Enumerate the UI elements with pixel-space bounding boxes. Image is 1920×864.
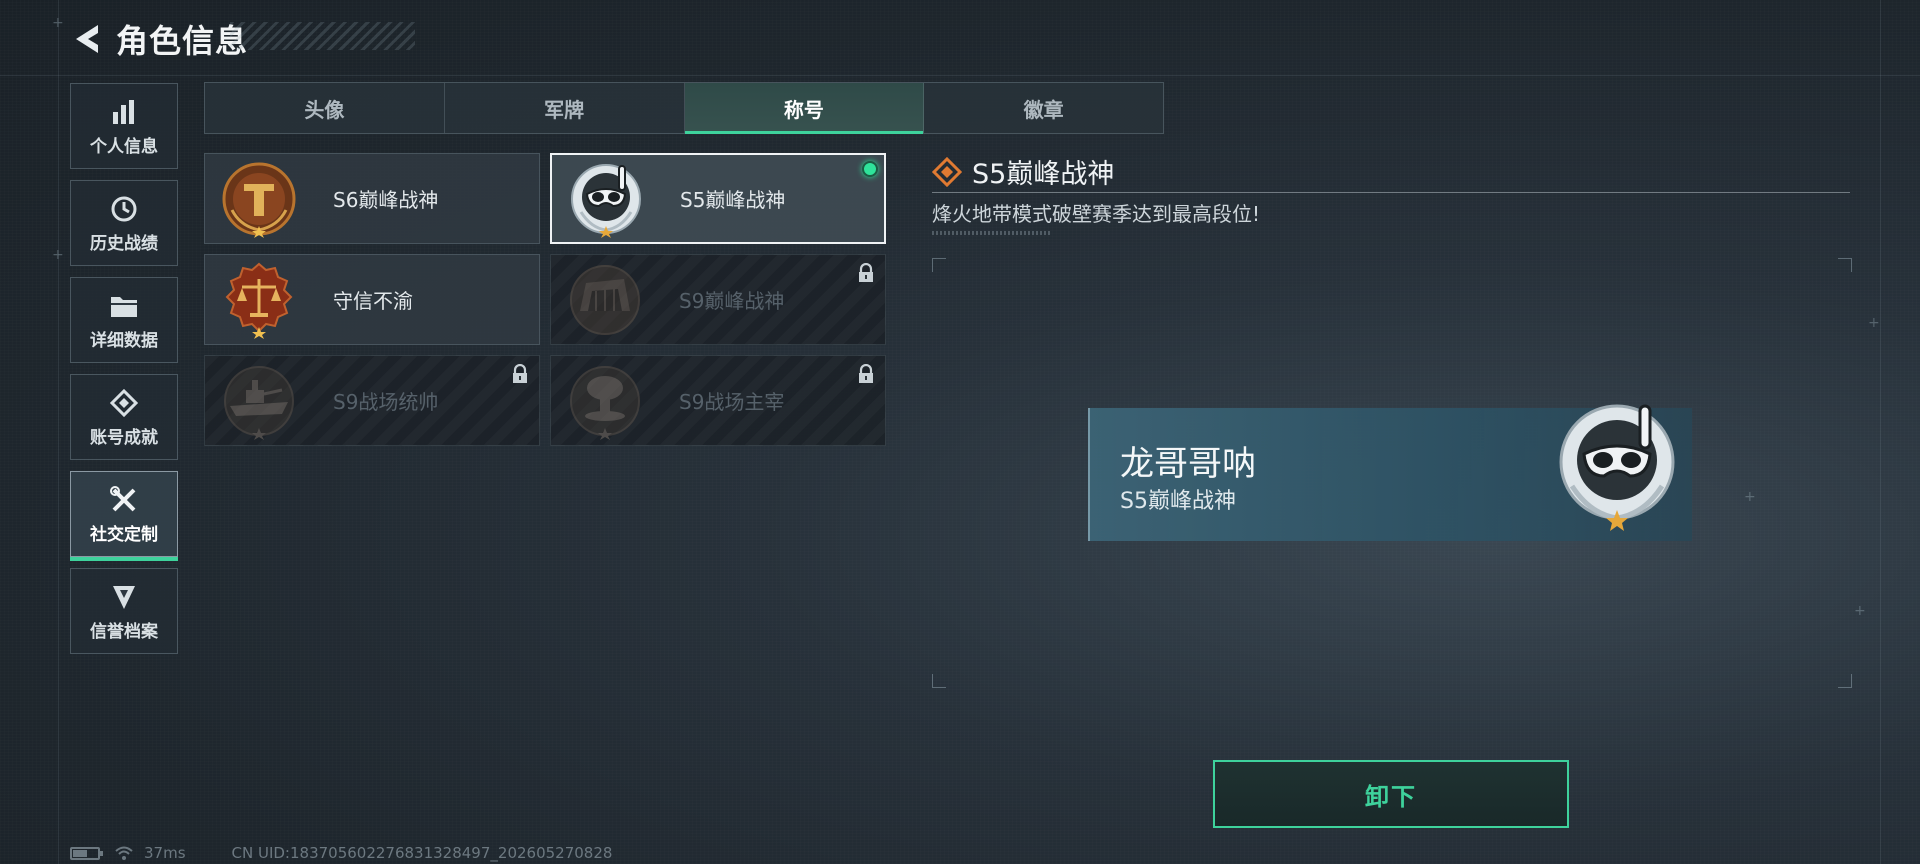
crosshair-mark: + xyxy=(1854,603,1866,619)
credibility-icon xyxy=(108,581,140,613)
folder-icon xyxy=(108,290,140,322)
sidebar-item-credibility[interactable]: 信誉档案 xyxy=(70,568,178,654)
lock-icon xyxy=(859,263,873,282)
diver-mask-emblem-icon xyxy=(1559,404,1675,531)
title-card-s6[interactable]: S6巅峰战神 xyxy=(204,153,540,244)
history-icon xyxy=(108,193,140,225)
crosshair-mark: + xyxy=(52,15,64,31)
tab-bar: 头像 军牌 称号 徽章 xyxy=(204,82,1164,134)
title-card-label: S5巅峰战神 xyxy=(680,188,786,212)
sidebar-item-label: 信誉档案 xyxy=(90,621,158,642)
sidebar-item-achievements[interactable]: 账号成就 xyxy=(70,374,178,460)
tab-title[interactable]: 称号 xyxy=(684,83,925,134)
title-card-label: S6巅峰战神 xyxy=(333,188,439,212)
tools-icon xyxy=(108,484,140,516)
scales-emblem-icon xyxy=(219,260,299,340)
ping-readout: 37ms xyxy=(144,844,186,862)
achievement-icon xyxy=(108,387,140,419)
sidebar-item-personal-info[interactable]: 个人信息 xyxy=(70,83,178,169)
sidebar-item-label: 账号成就 xyxy=(90,427,158,448)
mushroom-cloud-emblem-icon xyxy=(565,361,645,441)
frame-line xyxy=(1880,0,1881,864)
frame-line xyxy=(58,0,59,864)
frame-corner xyxy=(932,258,946,272)
back-button[interactable] xyxy=(70,21,104,57)
bar-chart-icon xyxy=(108,96,140,128)
lock-icon xyxy=(859,364,873,383)
s6-emblem-icon xyxy=(219,159,299,239)
fortress-emblem-icon xyxy=(565,260,645,340)
detail-title: S5巅峰战神 xyxy=(972,159,1115,190)
player-name: 龙哥哥呐 xyxy=(1120,444,1256,484)
status-bar: 37ms CN UID:18370560227683132849​7_20260… xyxy=(70,843,612,863)
battery-icon xyxy=(70,846,103,860)
sidebar-item-label: 社交定制 xyxy=(90,524,158,545)
sidebar-item-detailed-data[interactable]: 详细数据 xyxy=(70,277,178,363)
frame-corner xyxy=(1838,674,1852,688)
page-title: 角色信息 xyxy=(116,22,249,60)
title-card-label: 守信不渝 xyxy=(333,289,413,313)
title-card-label: S9巅峰战神 xyxy=(679,289,785,313)
wifi-icon xyxy=(115,846,133,860)
detail-header: S5巅峰战神 xyxy=(932,152,1114,191)
tab-badge[interactable]: 徽章 xyxy=(924,83,1163,133)
title-card-label: S9战场统帅 xyxy=(333,390,439,414)
diver-mask-emblem-icon xyxy=(566,159,646,239)
lock-icon xyxy=(513,364,527,383)
header: 角色信息 xyxy=(70,18,248,60)
title-card-s9-war-god[interactable]: S9巅峰战神 xyxy=(550,254,886,345)
title-card-label: S9战场主宰 xyxy=(679,390,785,414)
title-card-s9-dominator[interactable]: S9战场主宰 xyxy=(550,355,886,446)
frame-corner xyxy=(1838,258,1852,272)
divider xyxy=(932,192,1850,193)
divider xyxy=(932,231,1052,235)
warship-emblem-icon xyxy=(219,361,299,441)
header-decoration xyxy=(230,22,415,50)
sidebar: 个人信息 历史战绩 详细数据 账号成就 社交定制 信誉档案 xyxy=(70,83,180,665)
back-arrow-icon xyxy=(76,25,98,53)
player-title: S5巅峰战神 xyxy=(1120,489,1236,514)
tab-dog-tag[interactable]: 军牌 xyxy=(445,83,685,133)
sidebar-item-history[interactable]: 历史战绩 xyxy=(70,180,178,266)
unequip-button[interactable]: 卸下 xyxy=(1213,760,1569,828)
diamond-icon xyxy=(932,156,962,187)
crosshair-mark: + xyxy=(52,247,64,263)
title-card-keep-faith[interactable]: 守信不渝 xyxy=(204,254,540,345)
frame-corner xyxy=(932,674,946,688)
uid-text: CN UID:18370560227683132849​7_2026052708… xyxy=(231,844,613,862)
sidebar-item-label: 历史战绩 xyxy=(90,233,158,254)
title-card-s9-commander[interactable]: S9战场统帅 xyxy=(204,355,540,446)
detail-description: 烽火地带模式破壁赛季达到最高段位! xyxy=(932,202,1261,226)
unequip-label: 卸下 xyxy=(1365,782,1417,811)
equipped-indicator xyxy=(862,161,878,177)
sidebar-item-label: 详细数据 xyxy=(90,330,158,351)
sidebar-item-social-custom[interactable]: 社交定制 xyxy=(70,471,178,561)
sidebar-item-label: 个人信息 xyxy=(90,136,158,157)
title-card-s5[interactable]: S5巅峰战神 xyxy=(550,153,886,244)
crosshair-mark: + xyxy=(1868,315,1880,331)
tab-avatar[interactable]: 头像 xyxy=(205,83,445,133)
nameplate-preview: 龙哥哥呐 S5巅峰战神 xyxy=(1088,404,1692,541)
frame-line xyxy=(0,75,1920,76)
